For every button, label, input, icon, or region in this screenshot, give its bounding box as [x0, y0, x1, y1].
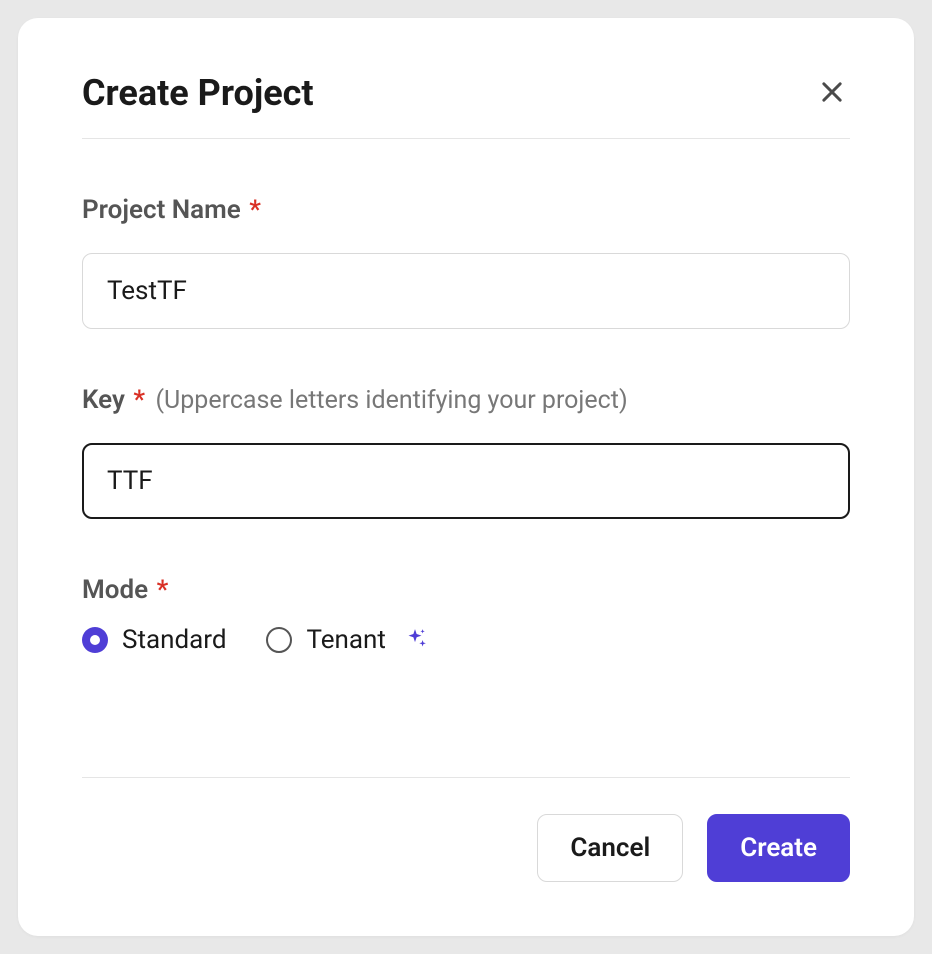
sparkle-icon [402, 627, 428, 653]
mode-group: Mode * Standard Tenant [82, 575, 850, 655]
project-name-label-text: Project Name [82, 195, 241, 225]
project-name-group: Project Name * [82, 195, 850, 329]
modal-header: Create Project [82, 72, 850, 139]
required-asterisk: * [133, 385, 145, 415]
close-icon [818, 78, 846, 109]
project-name-label: Project Name * [82, 195, 850, 225]
project-name-input[interactable] [82, 253, 850, 329]
radio-selected-icon [82, 627, 108, 653]
required-asterisk: * [249, 195, 261, 225]
create-project-modal: Create Project Project Name * Key * (Upp… [18, 18, 914, 936]
cancel-button[interactable]: Cancel [537, 814, 683, 882]
modal-footer: Cancel Create [82, 777, 850, 882]
mode-radio-standard[interactable]: Standard [82, 625, 226, 655]
mode-tenant-label: Tenant [306, 625, 385, 655]
mode-radio-group: Standard Tenant [82, 625, 850, 655]
mode-label-text: Mode [82, 575, 148, 605]
key-label: Key * (Uppercase letters identifying you… [82, 385, 850, 415]
mode-standard-label: Standard [122, 625, 226, 655]
key-hint: (Uppercase letters identifying your proj… [156, 386, 628, 415]
mode-label: Mode * [82, 575, 850, 605]
mode-radio-tenant[interactable]: Tenant [266, 625, 427, 655]
required-asterisk: * [157, 575, 169, 605]
close-button[interactable] [814, 74, 850, 113]
create-button[interactable]: Create [707, 814, 850, 882]
form-body: Project Name * Key * (Uppercase letters … [82, 139, 850, 777]
radio-unselected-icon [266, 627, 292, 653]
key-group: Key * (Uppercase letters identifying you… [82, 385, 850, 519]
key-input[interactable] [82, 443, 850, 519]
modal-title: Create Project [82, 72, 314, 114]
key-label-text: Key [82, 385, 125, 415]
